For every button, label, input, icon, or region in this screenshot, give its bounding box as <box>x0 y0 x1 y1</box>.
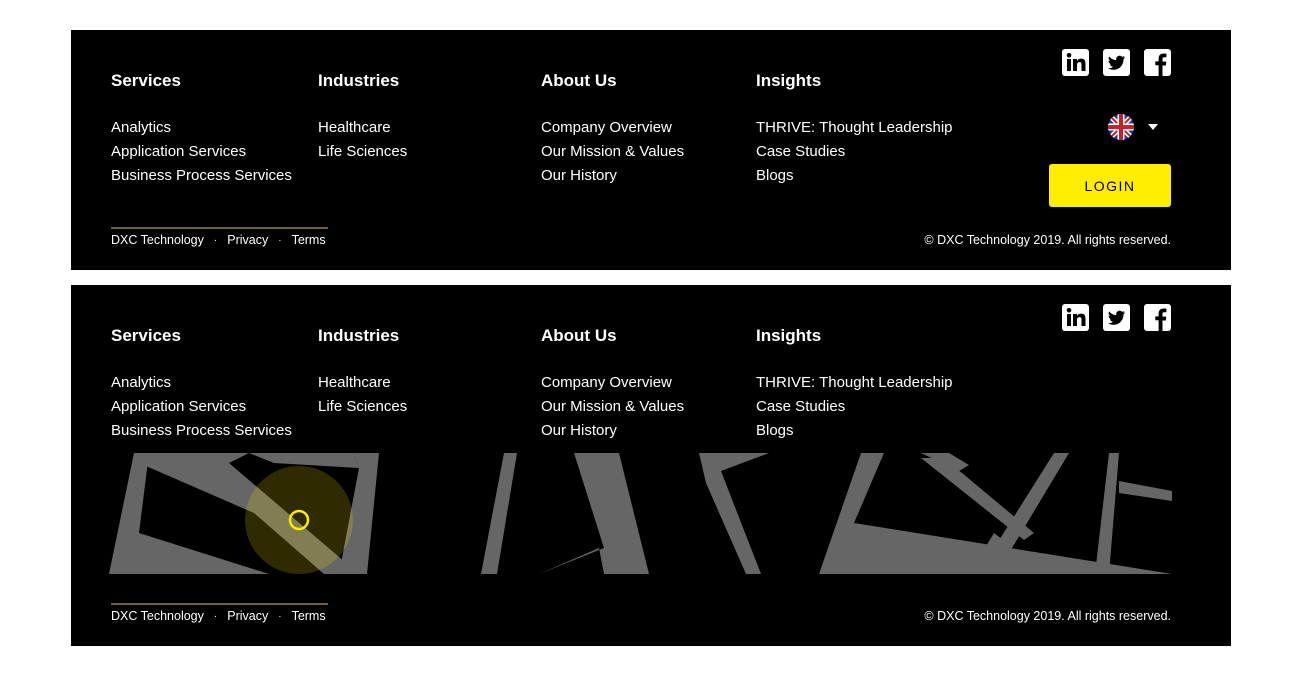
industries-column: Industries Healthcare Life Sciences <box>318 70 407 164</box>
facebook-icon[interactable] <box>1144 49 1171 76</box>
footer-with-map: Services Analytics Application Services … <box>71 285 1231 646</box>
about-us-column: About Us Company Overview Our Mission & … <box>541 70 684 188</box>
link-our-history[interactable]: Our History <box>541 422 617 439</box>
privacy-link[interactable]: Privacy <box>227 609 268 623</box>
social-links <box>1062 304 1171 331</box>
uk-flag-icon <box>1108 114 1134 140</box>
legal-divider <box>111 603 328 605</box>
separator-dot: · <box>278 610 282 622</box>
link-life-sciences[interactable]: Life Sciences <box>318 143 407 160</box>
insights-heading: Insights <box>756 326 822 345</box>
link-business-process-services[interactable]: Business Process Services <box>111 422 292 439</box>
twitter-icon[interactable] <box>1103 49 1130 76</box>
insights-column: Insights THRIVE: Thought Leadership Case… <box>756 70 953 188</box>
services-column: Services Analytics Application Services … <box>111 70 292 188</box>
link-case-studies[interactable]: Case Studies <box>756 398 845 415</box>
dxc-technology-link[interactable]: DXC Technology <box>111 233 204 247</box>
link-application-services[interactable]: Application Services <box>111 143 246 160</box>
link-life-sciences[interactable]: Life Sciences <box>318 398 407 415</box>
services-column: Services Analytics Application Services … <box>111 325 292 443</box>
terms-link[interactable]: Terms <box>292 609 326 623</box>
services-heading: Services <box>111 326 181 345</box>
legal-links: DXC Technology · Privacy · Terms <box>111 233 326 247</box>
legal-links: DXC Technology · Privacy · Terms <box>111 609 326 623</box>
about-us-heading: About Us <box>541 326 617 345</box>
language-selector[interactable] <box>1108 114 1158 140</box>
terms-link[interactable]: Terms <box>292 233 326 247</box>
link-healthcare[interactable]: Healthcare <box>318 119 391 136</box>
industries-heading: Industries <box>318 71 400 90</box>
link-mission-values[interactable]: Our Mission & Values <box>541 398 684 415</box>
link-blogs[interactable]: Blogs <box>756 167 794 184</box>
office-location-map[interactable] <box>109 453 1172 574</box>
link-healthcare[interactable]: Healthcare <box>318 374 391 391</box>
separator-dot: · <box>278 234 282 246</box>
footer-with-login: Services Analytics Application Services … <box>71 30 1231 270</box>
link-application-services[interactable]: Application Services <box>111 398 246 415</box>
industries-column: Industries Healthcare Life Sciences <box>318 325 407 419</box>
login-button[interactable]: LOGIN <box>1049 164 1171 207</box>
link-analytics[interactable]: Analytics <box>111 374 171 391</box>
link-thrive[interactable]: THRIVE: Thought Leadership <box>756 374 953 391</box>
copyright-text: © DXC Technology 2019. All rights reserv… <box>924 609 1171 623</box>
privacy-link[interactable]: Privacy <box>227 233 268 247</box>
social-links <box>1062 49 1171 76</box>
link-business-process-services[interactable]: Business Process Services <box>111 167 292 184</box>
link-blogs[interactable]: Blogs <box>756 422 794 439</box>
insights-column: Insights THRIVE: Thought Leadership Case… <box>756 325 953 443</box>
link-analytics[interactable]: Analytics <box>111 119 171 136</box>
industries-heading: Industries <box>318 326 400 345</box>
link-case-studies[interactable]: Case Studies <box>756 143 845 160</box>
insights-heading: Insights <box>756 71 822 90</box>
link-our-history[interactable]: Our History <box>541 167 617 184</box>
about-us-column: About Us Company Overview Our Mission & … <box>541 325 684 443</box>
twitter-icon[interactable] <box>1103 304 1130 331</box>
separator-dot: · <box>213 234 218 246</box>
facebook-icon[interactable] <box>1144 304 1171 331</box>
legal-divider <box>111 227 328 229</box>
link-mission-values[interactable]: Our Mission & Values <box>541 143 684 160</box>
chevron-down-icon[interactable] <box>1148 124 1158 130</box>
copyright-text: © DXC Technology 2019. All rights reserv… <box>924 233 1171 247</box>
linkedin-icon[interactable] <box>1062 304 1089 331</box>
separator-dot: · <box>213 610 218 622</box>
services-heading: Services <box>111 71 181 90</box>
link-thrive[interactable]: THRIVE: Thought Leadership <box>756 119 953 136</box>
link-company-overview[interactable]: Company Overview <box>541 119 672 136</box>
link-company-overview[interactable]: Company Overview <box>541 374 672 391</box>
about-us-heading: About Us <box>541 71 617 90</box>
linkedin-icon[interactable] <box>1062 49 1089 76</box>
dxc-technology-link[interactable]: DXC Technology <box>111 609 204 623</box>
location-radius <box>245 466 353 574</box>
